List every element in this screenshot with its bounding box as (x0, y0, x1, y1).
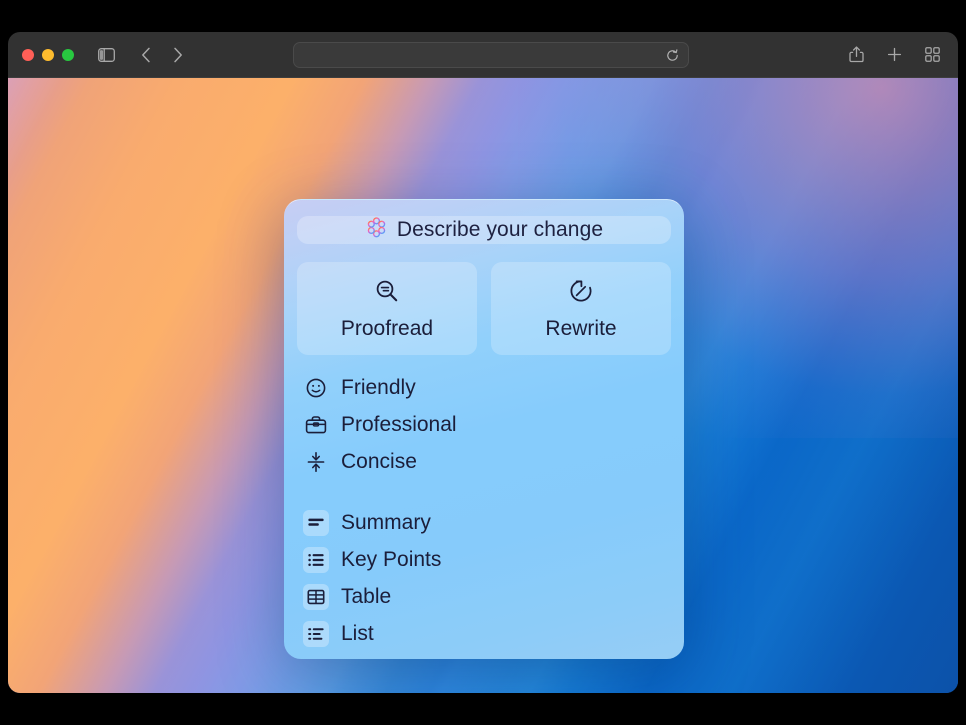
menu-item-summary[interactable]: Summary (297, 504, 671, 541)
dashed-list-icon (303, 620, 329, 647)
toolbar-right-group (842, 32, 946, 77)
apple-intelligence-icon (365, 216, 388, 244)
minimize-button[interactable] (42, 48, 54, 61)
browser-toolbar (8, 32, 958, 78)
reload-icon[interactable] (660, 43, 684, 67)
menu-label-concise: Concise (341, 449, 417, 473)
rewrite-label: Rewrite (545, 316, 617, 340)
address-bar[interactable] (293, 42, 689, 68)
menu-label-friendly: Friendly (341, 375, 416, 399)
browser-window: Describe your change Proofread Rewrite F… (8, 32, 958, 693)
writing-tools-popover: Describe your change Proofread Rewrite F… (284, 199, 684, 659)
tab-overview-button[interactable] (918, 42, 946, 68)
menu-item-list[interactable]: List (297, 615, 671, 652)
menu-label-table: Table (341, 584, 392, 608)
sidebar-toggle-icon[interactable] (92, 42, 120, 68)
tone-menu-group: Friendly Professional Concise (297, 369, 671, 480)
rewrite-circle-arrow-icon (567, 277, 595, 310)
summary-lines-icon (303, 509, 329, 536)
popover-content: Describe your change Proofread Rewrite F… (284, 199, 684, 659)
menu-label-key-points: Key Points (341, 547, 442, 571)
menu-item-concise[interactable]: Concise (297, 443, 671, 480)
bulleted-list-icon (303, 546, 329, 573)
proofread-button[interactable]: Proofread (297, 262, 477, 355)
compress-arrows-icon (303, 449, 329, 475)
smiley-face-icon (303, 375, 329, 401)
menu-label-summary: Summary (341, 510, 431, 534)
close-button[interactable] (22, 48, 34, 61)
proofread-label: Proofread (340, 316, 434, 340)
briefcase-icon (303, 412, 329, 438)
window-controls (22, 48, 74, 61)
menu-item-professional[interactable]: Professional (297, 406, 671, 443)
table-grid-icon (303, 583, 329, 610)
menu-item-table[interactable]: Table (297, 578, 671, 615)
address-input[interactable] (294, 43, 660, 67)
menu-label-list: List (341, 621, 374, 645)
action-button-group: Proofread Rewrite (297, 262, 671, 355)
describe-change-input[interactable]: Describe your change (297, 216, 671, 244)
rewrite-button[interactable]: Rewrite (491, 262, 671, 355)
new-tab-button[interactable] (880, 42, 908, 68)
menu-item-friendly[interactable]: Friendly (297, 369, 671, 406)
format-menu-group: Summary Key Points Table List (297, 504, 671, 652)
menu-label-professional: Professional (341, 412, 457, 436)
menu-item-key-points[interactable]: Key Points (297, 541, 671, 578)
back-button[interactable] (132, 42, 160, 68)
forward-button[interactable] (164, 42, 192, 68)
text-magnifyingglass-icon (373, 277, 401, 310)
describe-change-placeholder: Describe your change (396, 218, 604, 241)
page-content-area: Describe your change Proofread Rewrite F… (8, 78, 958, 693)
zoom-button[interactable] (62, 48, 74, 61)
share-icon[interactable] (842, 42, 870, 68)
